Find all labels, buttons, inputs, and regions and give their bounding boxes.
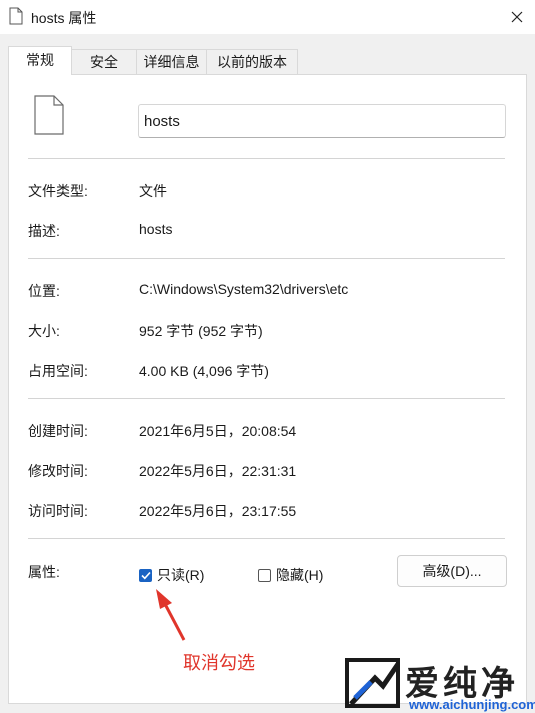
readonly-checkbox-label: 只读(R): [157, 567, 205, 583]
file-icon: [34, 95, 64, 135]
file-icon: [9, 7, 23, 25]
close-button[interactable]: [499, 0, 535, 34]
accessed-value: 2022年5月6日，23:17:55: [139, 503, 297, 519]
size-on-disk-value: 4.00 KB (4,096 字节): [139, 363, 269, 379]
tab-security[interactable]: 安全: [71, 49, 137, 74]
tab-general[interactable]: 常规: [8, 46, 72, 75]
size-value: 952 字节 (952 字节): [139, 323, 263, 339]
dialog-body: 常规 安全 详细信息 以前的版本 文件类型: 文件 描述: hosts 位置: …: [0, 34, 535, 713]
divider: [28, 258, 505, 259]
divider: [28, 398, 505, 399]
window-title: hosts 属性: [31, 10, 97, 26]
size-on-disk-label: 占用空间:: [28, 363, 88, 379]
tab-previous-versions[interactable]: 以前的版本: [206, 49, 298, 74]
divider: [28, 538, 505, 539]
accessed-label: 访问时间:: [28, 503, 88, 519]
annotation-text: 取消勾选: [183, 653, 255, 673]
hidden-checkbox-box[interactable]: [258, 568, 271, 582]
location-label: 位置:: [28, 283, 60, 299]
divider: [28, 158, 505, 159]
aichunjing-logo-icon: [345, 658, 400, 708]
modified-value: 2022年5月6日，22:31:31: [139, 463, 297, 479]
general-panel: 文件类型: 文件 描述: hosts 位置: C:\Windows\System…: [8, 74, 527, 704]
close-icon: [511, 11, 523, 23]
description-value: hosts: [139, 221, 173, 237]
hidden-checkbox[interactable]: 隐藏(H): [258, 565, 323, 585]
file-type-value: 文件: [139, 183, 167, 199]
file-type-label: 文件类型:: [28, 183, 88, 199]
tab-details[interactable]: 详细信息: [136, 49, 207, 74]
modified-label: 修改时间:: [28, 463, 88, 479]
location-value: C:\Windows\System32\drivers\etc: [139, 281, 349, 297]
file-name-input[interactable]: [138, 104, 506, 138]
attributes-label: 属性:: [28, 564, 60, 580]
advanced-button[interactable]: 高级(D)...: [397, 555, 507, 587]
readonly-checkbox-box[interactable]: [139, 568, 152, 582]
watermark: 爱纯净 www.aichunjing.com: [343, 655, 535, 713]
hidden-checkbox-label: 隐藏(H): [276, 567, 324, 583]
tab-strip: 常规 安全 详细信息 以前的版本: [8, 46, 528, 75]
title-bar: hosts 属性: [0, 0, 535, 34]
created-label: 创建时间:: [28, 423, 88, 439]
watermark-url: www.aichunjing.com: [409, 697, 535, 712]
size-label: 大小:: [28, 323, 60, 339]
created-value: 2021年6月5日，20:08:54: [139, 423, 297, 439]
description-label: 描述:: [28, 223, 60, 239]
readonly-checkbox[interactable]: 只读(R): [139, 565, 204, 585]
check-icon: [140, 571, 151, 579]
